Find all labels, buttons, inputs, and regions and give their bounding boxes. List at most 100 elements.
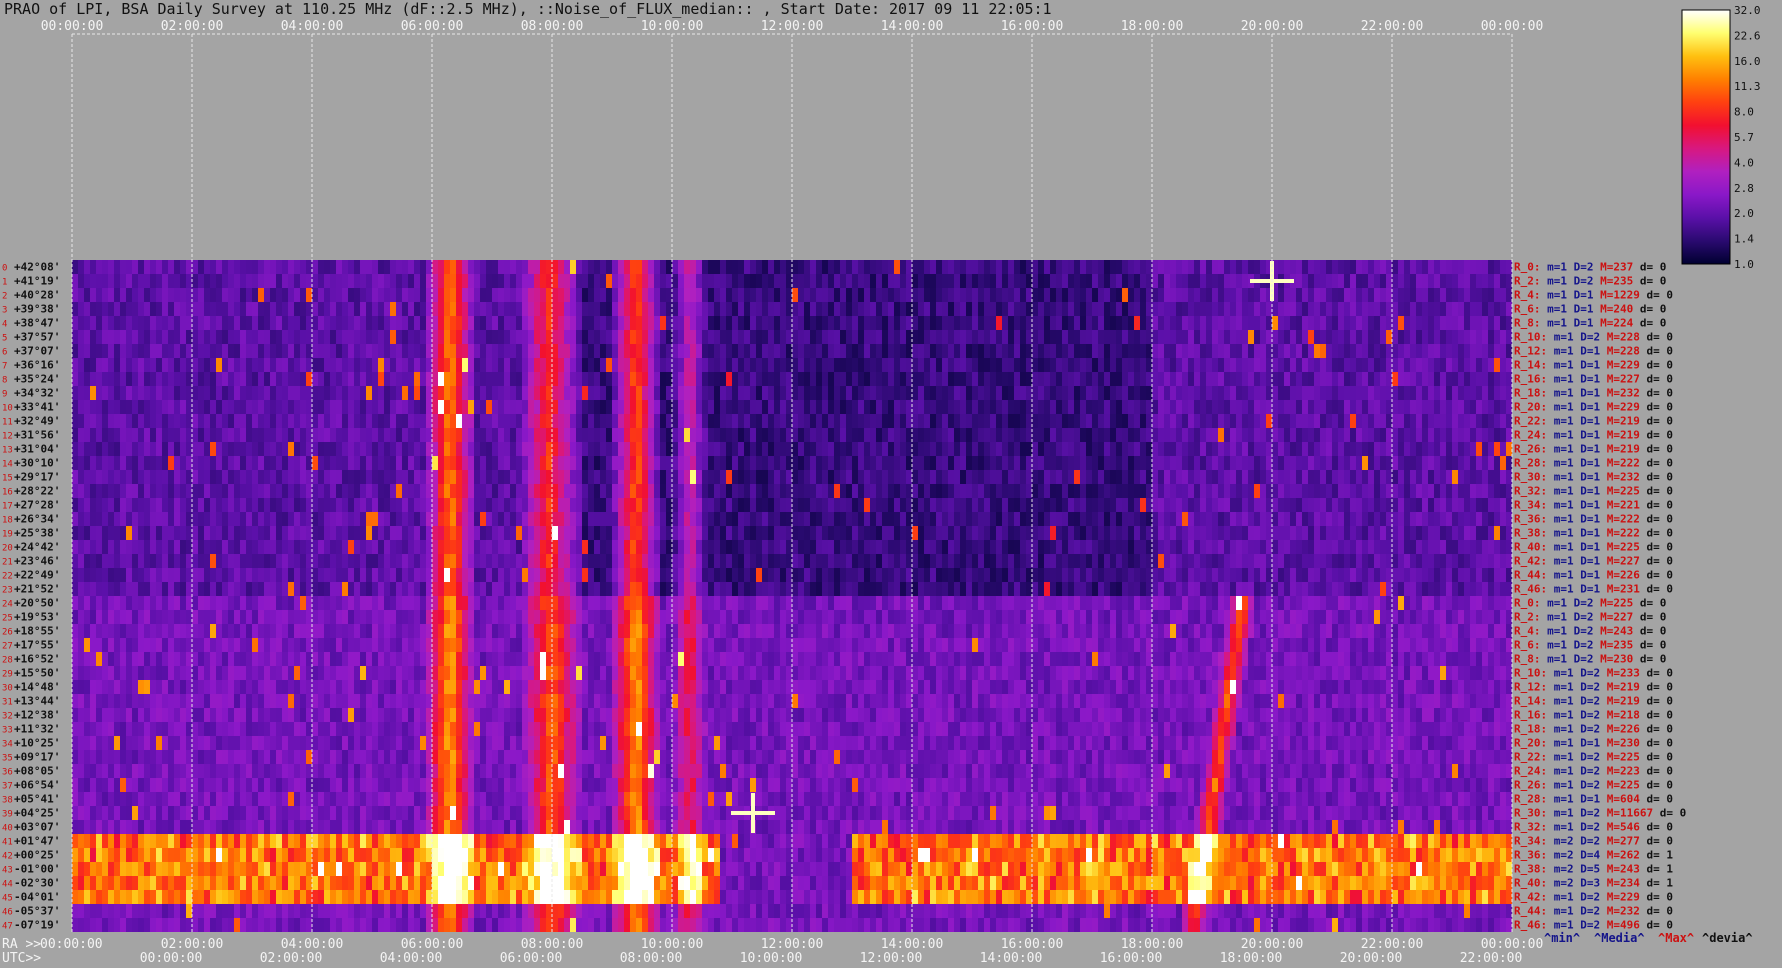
heatmap-cell: [804, 400, 811, 415]
heatmap-cell: [498, 330, 505, 345]
heatmap-cell: [1308, 316, 1315, 331]
heatmap-cell: [156, 260, 163, 275]
heatmap-cell: [978, 330, 985, 345]
heatmap-cell: [444, 484, 451, 499]
heatmap-cell: [546, 372, 553, 387]
heatmap-cell: [282, 512, 289, 527]
heatmap-cell: [1056, 470, 1063, 485]
heatmap-cell: [966, 498, 973, 513]
heatmap-cell: [816, 428, 823, 443]
heatmap-cell: [618, 540, 625, 555]
heatmap-cell: [186, 288, 193, 303]
heatmap-cell: [636, 330, 643, 345]
heatmap-cell: [444, 456, 451, 471]
heatmap-cell: [1104, 344, 1111, 359]
heatmap-cell: [768, 526, 775, 541]
heatmap-cell: [414, 344, 421, 359]
heatmap-cell: [510, 414, 517, 429]
heatmap-cell: [192, 470, 199, 485]
heatmap-cell: [1386, 400, 1393, 415]
heatmap-cell: [714, 400, 721, 415]
heatmap-cell: [1188, 526, 1195, 541]
heatmap-cell: [1362, 372, 1369, 387]
heatmap-cell: [1350, 358, 1357, 373]
heatmap-cell: [840, 414, 847, 429]
heatmap-cell: [954, 372, 961, 387]
heatmap-cell: [900, 414, 907, 429]
heatmap-cell: [276, 372, 283, 387]
heatmap-cell: [762, 484, 769, 499]
heatmap-cell: [408, 260, 415, 275]
heatmap-cell: [84, 414, 91, 429]
heatmap-cell: [1266, 358, 1273, 373]
heatmap-cell: [1002, 428, 1009, 443]
heatmap-cell: [432, 358, 439, 373]
heatmap-cell: [162, 330, 169, 345]
heatmap-cell: [294, 344, 301, 359]
heatmap-cell: [474, 274, 481, 289]
heatmap-cell: [1458, 400, 1465, 415]
heatmap-cell: [690, 428, 697, 443]
heatmap-cell: [1212, 260, 1219, 275]
heatmap-cell: [1386, 442, 1393, 457]
heatmap-cell: [1278, 386, 1285, 401]
heatmap-cell: [762, 540, 769, 555]
heatmap-cell: [738, 344, 745, 359]
heatmap-cell: [246, 442, 253, 457]
heatmap-cell: [1122, 288, 1129, 303]
heatmap-cell: [1080, 316, 1087, 331]
heatmap-cell: [1488, 526, 1495, 541]
heatmap-cell: [1422, 414, 1429, 429]
heatmap-cell: [234, 470, 241, 485]
heatmap-cell: [192, 260, 199, 275]
heatmap-cell: [150, 358, 157, 373]
heatmap-cell: [288, 302, 295, 317]
heatmap-cell: [1272, 330, 1279, 345]
heatmap-cell: [672, 414, 679, 429]
heatmap-cell: [318, 456, 325, 471]
heatmap-cell: [642, 470, 649, 485]
heatmap-cell: [642, 372, 649, 387]
heatmap-cell: [462, 526, 469, 541]
heatmap-cell: [120, 386, 127, 401]
heatmap-cell: [1104, 330, 1111, 345]
heatmap-cell: [366, 330, 373, 345]
heatmap-cell: [960, 274, 967, 289]
heatmap-cell: [216, 540, 223, 555]
heatmap-cell: [1476, 358, 1483, 373]
heatmap-cell: [702, 470, 709, 485]
heatmap-cell: [1362, 302, 1369, 317]
heatmap-cell: [1320, 442, 1327, 457]
heatmap-cell: [1464, 512, 1471, 527]
heatmap-cell: [774, 470, 781, 485]
heatmap-cell: [438, 470, 445, 485]
heatmap-cell: [198, 484, 205, 499]
heatmap-cell: [1320, 344, 1327, 359]
heatmap-cell: [804, 470, 811, 485]
heatmap-cell: [1158, 442, 1165, 457]
heatmap-cell: [1356, 372, 1363, 387]
heatmap-cell: [1248, 456, 1255, 471]
heatmap-cell: [630, 372, 637, 387]
heatmap-cell: [864, 414, 871, 429]
heatmap-cell: [636, 512, 643, 527]
heatmap-cell: [978, 512, 985, 527]
heatmap-cell: [132, 540, 139, 555]
heatmap-cell: [114, 260, 121, 275]
heatmap-cell: [858, 540, 865, 555]
heatmap-cell: [1464, 526, 1471, 541]
heatmap-cell: [1026, 330, 1033, 345]
heatmap-cell: [1068, 498, 1075, 513]
heatmap-cell: [1338, 330, 1345, 345]
heatmap-cell: [420, 260, 427, 275]
heatmap-cell: [1128, 344, 1135, 359]
heatmap-cell: [690, 358, 697, 373]
heatmap-cell: [282, 260, 289, 275]
heatmap-cell: [720, 414, 727, 429]
heatmap-cell: [210, 344, 217, 359]
heatmap-cell: [858, 428, 865, 443]
heatmap-cell: [1506, 400, 1512, 415]
heatmap-cell: [858, 260, 865, 275]
heatmap-cell: [126, 302, 133, 317]
heatmap-cell: [1446, 414, 1453, 429]
